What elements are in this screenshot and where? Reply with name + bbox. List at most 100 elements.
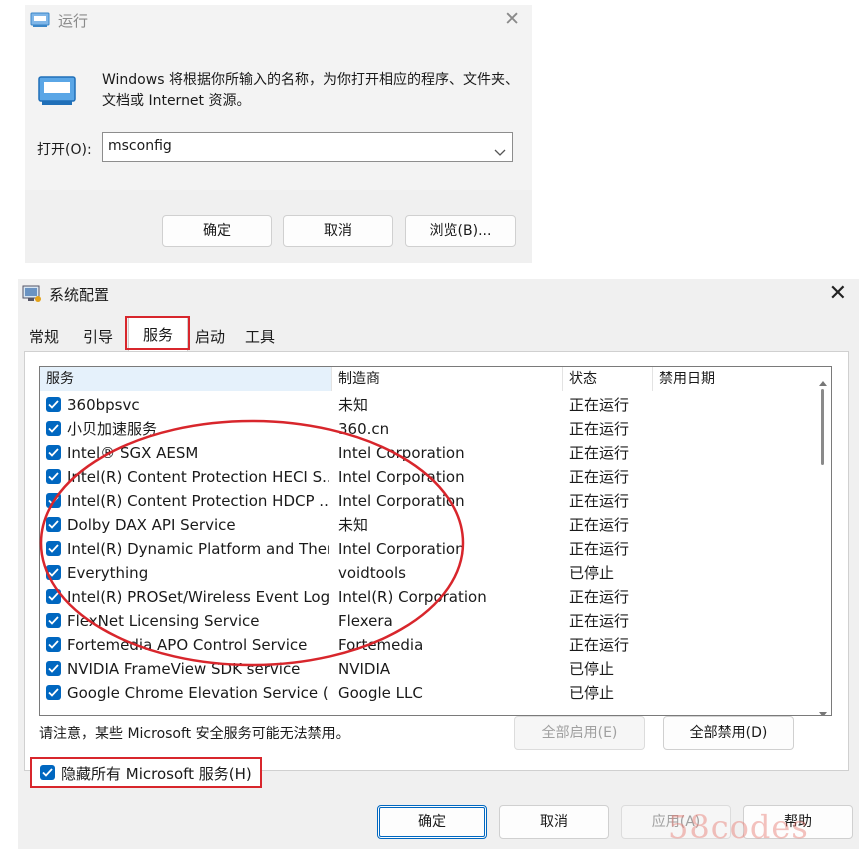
checkbox-checked-icon[interactable] [46, 637, 61, 652]
run-app-icon [30, 12, 50, 32]
service-status: 正在运行 [569, 636, 630, 654]
column-header-manufacturer[interactable]: 制造商 [332, 367, 563, 391]
checkbox-checked-icon[interactable] [46, 685, 61, 700]
scroll-down-icon[interactable] [819, 703, 827, 715]
run-dialog: 运行 ✕ Windows 将根据你所输入的名称，为你打开相应的程序、文件夹、文档… [25, 5, 532, 263]
vertical-scrollbar[interactable] [815, 367, 831, 715]
checkbox-checked-icon[interactable] [46, 517, 61, 532]
service-manufacturer: Intel Corporation [338, 444, 465, 462]
table-row[interactable]: Everything voidtools 已停止 [40, 561, 816, 585]
msconfig-app-icon [22, 285, 42, 307]
list-header: 服务 制造商 状态 禁用日期 [40, 367, 816, 391]
service-name: FlexNet Licensing Service [67, 612, 260, 630]
service-status: 已停止 [569, 564, 615, 582]
open-label: 打开(O): [37, 142, 92, 158]
checkbox-checked-icon[interactable] [40, 765, 55, 780]
security-note: 请注意，某些 Microsoft 安全服务可能无法禁用。 [39, 726, 350, 742]
checkbox-checked-icon[interactable] [46, 565, 61, 580]
column-header-service[interactable]: 服务 [40, 367, 332, 391]
tab-tools[interactable]: 工具 [240, 323, 280, 351]
checkbox-checked-icon[interactable] [46, 493, 61, 508]
table-row[interactable]: Intel(R) Content Protection HDCP ... Inte… [40, 489, 816, 513]
checkbox-checked-icon[interactable] [46, 469, 61, 484]
system-config-dialog: 系统配置 ✕ 常规 引导 服务 启动 工具 服务 制造商 状态 禁用日期 360… [18, 279, 859, 849]
disable-all-button[interactable]: 全部禁用(D) [663, 716, 794, 750]
service-manufacturer: Flexera [338, 612, 393, 630]
service-status: 正在运行 [569, 540, 630, 558]
service-name: Intel(R) PROSet/Wireless Event Log [67, 588, 329, 606]
service-manufacturer: Fortemedia [338, 636, 424, 654]
checkbox-checked-icon[interactable] [46, 397, 61, 412]
table-row[interactable]: Google Chrome Elevation Service (... Goog… [40, 681, 816, 705]
run-title-bar: 运行 ✕ [25, 5, 532, 37]
tab-general[interactable]: 常规 [24, 323, 64, 351]
column-header-disabled-date[interactable]: 禁用日期 [653, 367, 816, 391]
run-icon [37, 75, 77, 111]
table-row[interactable]: Intel(R) PROSet/Wireless Event Log Intel(… [40, 585, 816, 609]
msconfig-title: 系统配置 [49, 286, 110, 304]
table-row[interactable]: Fortemedia APO Control Service Fortemedia… [40, 633, 816, 657]
table-row[interactable]: Intel(R) Dynamic Platform and Ther... Int… [40, 537, 816, 561]
service-name: Intel(R) Content Protection HDCP ... [67, 492, 329, 510]
close-icon[interactable]: ✕ [829, 281, 847, 306]
service-manufacturer: 360.cn [338, 420, 390, 438]
service-name: Dolby DAX API Service [67, 516, 236, 534]
service-status: 正在运行 [569, 588, 630, 606]
close-icon[interactable]: ✕ [504, 8, 520, 30]
table-row[interactable]: 360bpsvc 未知 正在运行 [40, 393, 816, 417]
table-row[interactable]: Intel(R) Content Protection HECI S... Int… [40, 465, 816, 489]
service-manufacturer: Intel Corporation [338, 492, 465, 510]
service-name: Fortemedia APO Control Service [67, 636, 308, 654]
service-name: Intel(R) Content Protection HECI S... [67, 468, 329, 486]
enable-all-button[interactable]: 全部启用(E) [514, 716, 645, 750]
services-list[interactable]: 服务 制造商 状态 禁用日期 360bpsvc 未知 正在运行 小贝加速服务 360.c… [39, 366, 832, 716]
table-row[interactable]: 小贝加速服务 360.cn 正在运行 [40, 417, 816, 441]
checkbox-checked-icon[interactable] [46, 661, 61, 676]
run-browse-button[interactable]: 浏览(B)... [405, 215, 516, 247]
service-name: 小贝加速服务 [67, 420, 158, 438]
tab-boot[interactable]: 引导 [78, 323, 118, 351]
checkbox-checked-icon[interactable] [46, 421, 61, 436]
checkbox-checked-icon[interactable] [46, 445, 61, 460]
checkbox-checked-icon[interactable] [46, 541, 61, 556]
run-cancel-button[interactable]: 取消 [283, 215, 393, 247]
service-manufacturer: NVIDIA [338, 660, 391, 678]
hide-microsoft-services-label: 隐藏所有 Microsoft 服务(H) [61, 765, 252, 783]
tab-startup[interactable]: 启动 [188, 323, 232, 351]
service-manufacturer: Intel Corporation [338, 468, 465, 486]
ok-button[interactable]: 确定 [377, 805, 487, 839]
table-row[interactable]: Intel® SGX AESM Intel Corporation 正在运行 [40, 441, 816, 465]
service-status: 正在运行 [569, 444, 630, 462]
service-name: 360bpsvc [67, 396, 140, 414]
service-name: Google Chrome Elevation Service (... [67, 684, 329, 702]
scroll-thumb[interactable] [821, 389, 824, 465]
service-manufacturer: Google LLC [338, 684, 423, 702]
run-title: 运行 [58, 12, 89, 30]
hide-microsoft-services-checkbox[interactable]: 隐藏所有 Microsoft 服务(H) [30, 757, 262, 788]
column-header-status[interactable]: 状态 [563, 367, 653, 391]
scroll-up-icon[interactable] [819, 371, 827, 390]
run-footer: 确定 取消 浏览(B)... [25, 190, 532, 263]
service-manufacturer: 未知 [338, 516, 369, 534]
chevron-down-icon[interactable] [494, 142, 506, 161]
command-input[interactable]: msconfig [108, 138, 172, 154]
cancel-button[interactable]: 取消 [499, 805, 609, 839]
watermark: 58codes [668, 808, 809, 846]
service-status: 正在运行 [569, 420, 630, 438]
table-row[interactable]: NVIDIA FrameView SDK service NVIDIA 已停止 [40, 657, 816, 681]
service-manufacturer: Intel(R) Corporation [338, 588, 487, 606]
table-row[interactable]: Dolby DAX API Service 未知 正在运行 [40, 513, 816, 537]
service-rows: 360bpsvc 未知 正在运行 小贝加速服务 360.cn 正在运行 Intel® SGX… [40, 393, 816, 705]
service-status: 已停止 [569, 660, 615, 678]
service-status: 正在运行 [569, 516, 630, 534]
service-manufacturer: Intel Corporation [338, 540, 465, 558]
table-row[interactable]: FlexNet Licensing Service Flexera 正在运行 [40, 609, 816, 633]
services-tab-highlight [125, 316, 190, 350]
run-ok-button[interactable]: 确定 [162, 215, 272, 247]
checkbox-checked-icon[interactable] [46, 613, 61, 628]
command-combobox[interactable]: msconfig [102, 132, 513, 162]
checkbox-checked-icon[interactable] [46, 589, 61, 604]
service-manufacturer: 未知 [338, 396, 369, 414]
service-status: 正在运行 [569, 396, 630, 414]
service-status: 已停止 [569, 684, 615, 702]
